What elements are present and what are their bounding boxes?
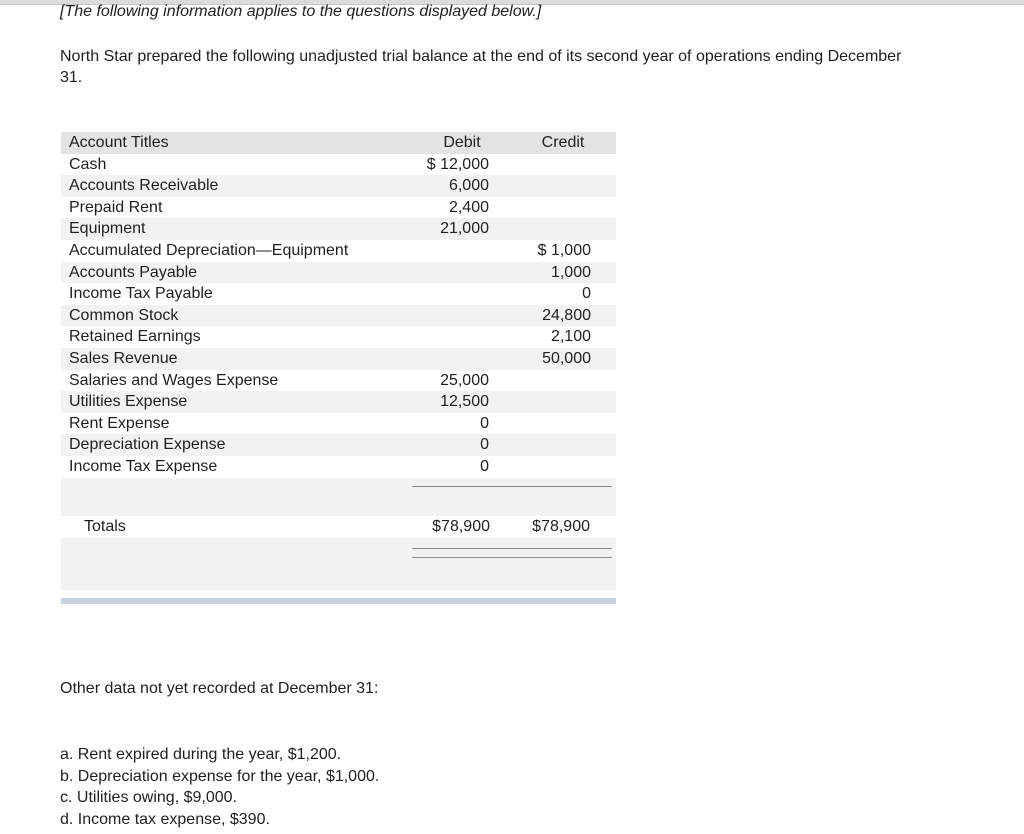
account-title: Retained Earnings	[69, 328, 201, 346]
debit-amount: 6,000	[448, 177, 489, 195]
debit-amount: 21,000	[440, 220, 489, 238]
debit-amount: 0	[480, 436, 489, 454]
table-header-row: Account Titles Debit Credit	[61, 132, 616, 154]
table-row: Income Tax Expense 0	[61, 456, 616, 478]
table-row: Prepaid Rent 2,400	[61, 197, 616, 219]
totals-credit: $78,900	[532, 518, 590, 535]
account-title: Accounts Payable	[69, 263, 198, 281]
table-row: Utilities Expense 12,500	[61, 391, 616, 413]
credit-amount: $ 1,000	[537, 241, 591, 259]
table-row: Retained Earnings 2,100	[61, 326, 616, 348]
account-title: Rent Expense	[69, 414, 170, 432]
account-title: Income Tax Expense	[69, 457, 218, 475]
account-title: Salaries and Wages Expense	[69, 371, 279, 389]
table-row: Accounts Receivable 6,000	[61, 175, 616, 197]
account-title: Sales Revenue	[69, 349, 178, 367]
credit-amount: 24,800	[542, 306, 591, 324]
intro-text: North Star prepared the following unadju…	[60, 48, 902, 86]
debit-amount: 25,000	[440, 371, 489, 389]
totals-label: Totals	[84, 518, 126, 535]
other-data-list: a. Rent expired during the year, $1,200.…	[60, 744, 379, 830]
debit-amount: 0	[480, 414, 489, 432]
table-body: Cash $ 12,000 Accounts Receivable 6,000 Prep…	[61, 154, 616, 478]
account-title: Common Stock	[69, 306, 179, 324]
table-bottom-bar	[61, 598, 616, 604]
account-title: Depreciation Expense	[69, 436, 226, 454]
table-row: Rent Expense 0	[61, 413, 616, 435]
other-data-item: b. Depreciation expense for the year, $1…	[60, 767, 380, 785]
account-title: Accumulated Depreciation—Equipment	[69, 241, 349, 259]
account-title: Accounts Receivable	[69, 177, 219, 195]
trial-balance-table: Account Titles Debit Credit Cash $ 12,000…	[61, 132, 616, 478]
table-row: Accounts Payable 1,000	[61, 261, 616, 284]
table-spacer-bottom	[61, 538, 616, 590]
double-rule-bottom	[412, 557, 612, 558]
account-title: Prepaid Rent	[69, 198, 163, 216]
table-row: Income Tax Payable 0	[61, 283, 616, 305]
subtotal-rule	[412, 486, 612, 487]
account-title: Income Tax Payable	[69, 285, 213, 303]
credit-amount: 0	[582, 285, 591, 303]
other-data-heading: Other data not yet recorded at December …	[60, 680, 379, 697]
credit-amount: 1,000	[550, 263, 591, 281]
header-credit: Credit	[541, 134, 585, 151]
debit-amount: $ 12,000	[426, 155, 489, 173]
table-row: Accumulated Depreciation—Equipment $ 1,00…	[61, 240, 616, 262]
account-title: Equipment	[69, 220, 146, 238]
table-row: Common Stock 24,800	[61, 304, 616, 327]
intro-note: [The following information applies to th…	[60, 3, 542, 20]
account-title: Utilities Expense	[69, 393, 188, 411]
debit-amount: 0	[480, 457, 489, 475]
debit-amount: 2,400	[448, 198, 489, 216]
table-row: Sales Revenue 50,000	[61, 347, 616, 370]
table-row: Depreciation Expense 0	[61, 434, 616, 456]
double-rule-top	[412, 548, 612, 549]
table-row: Cash $ 12,000	[61, 154, 616, 176]
account-title: Cash	[69, 155, 107, 173]
table-row: Equipment 21,000	[61, 218, 616, 240]
other-data-item: c. Utilities owing, $9,000.	[60, 789, 237, 807]
table-spacer	[61, 478, 616, 516]
header-debit: Debit	[443, 134, 481, 151]
totals-debit: $78,900	[432, 518, 490, 535]
credit-amount: 2,100	[550, 328, 591, 346]
other-data-item: d. Income tax expense, $390.	[60, 810, 270, 828]
header-account-titles: Account Titles	[69, 134, 169, 151]
other-data-item: a. Rent expired during the year, $1,200.	[60, 746, 342, 763]
debit-amount: 12,500	[440, 393, 489, 411]
credit-amount: 50,000	[542, 349, 591, 367]
table-row: Salaries and Wages Expense 25,000	[61, 370, 616, 392]
